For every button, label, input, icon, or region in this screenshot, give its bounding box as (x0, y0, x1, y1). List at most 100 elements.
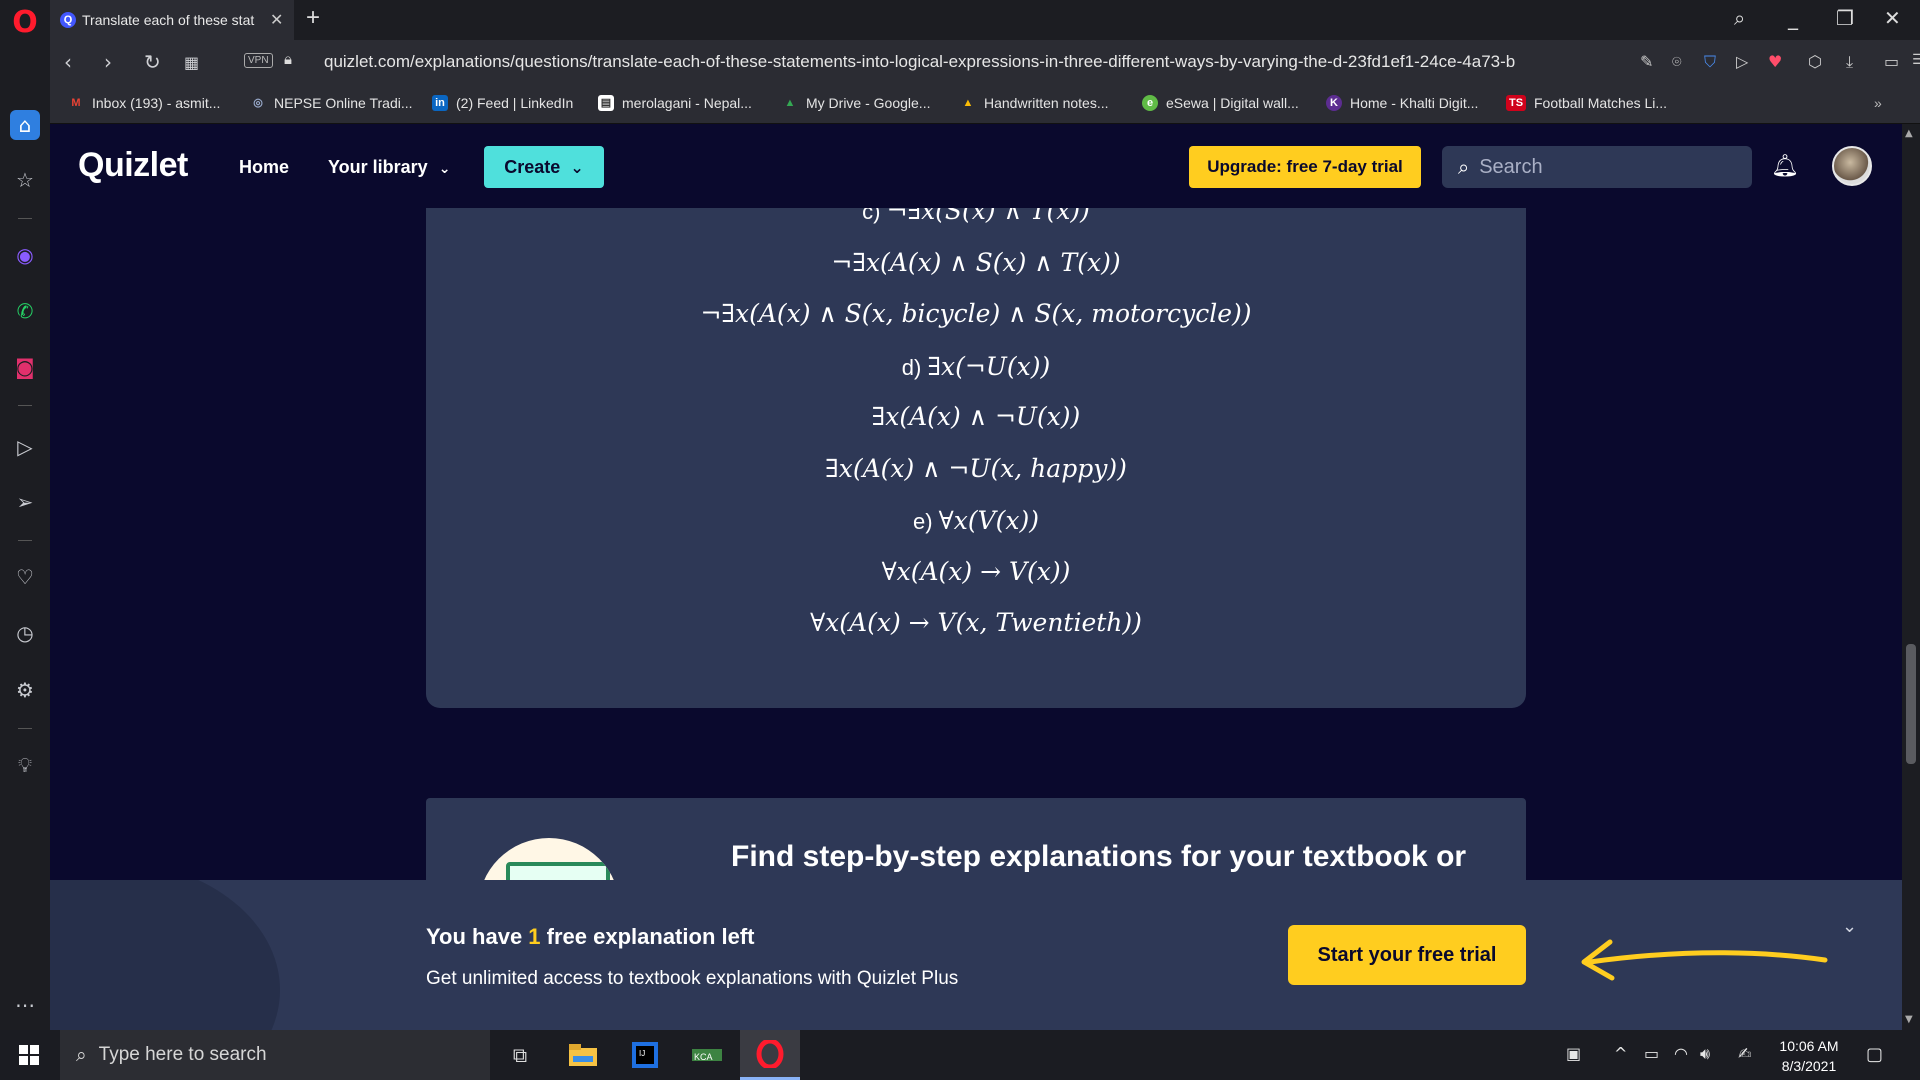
edit-icon[interactable]: ✎ (1640, 52, 1653, 71)
home-icon[interactable]: ⌂ (10, 110, 40, 140)
math-line: ¬∃x(A(x) ∧ S(x) ∧ T(x)) (426, 248, 1526, 277)
nav-your-library[interactable]: Your library ⌄ (328, 157, 450, 178)
bookmark-label: NEPSE Online Tradi... (274, 95, 413, 111)
tab-active[interactable]: Q Translate each of these stat ✕ (50, 0, 294, 40)
nav-home[interactable]: Home (239, 157, 289, 178)
more-icon[interactable]: ⋯ (10, 990, 40, 1020)
whatsapp-icon[interactable]: ✆ (10, 296, 40, 326)
scroll-up-icon[interactable]: ▲ (1905, 128, 1913, 139)
windows-start-icon[interactable] (0, 1030, 58, 1080)
search-tabs-icon[interactable]: ⌕ (1734, 6, 1745, 30)
scroll-down-icon[interactable]: ▼ (1905, 1014, 1913, 1025)
new-tab-icon[interactable]: + (306, 4, 320, 32)
taskbar-clock[interactable]: 10:06 AM 8/3/2021 (1764, 1036, 1854, 1076)
lightbulb-icon[interactable]: 💡︎ (10, 750, 40, 780)
bookmarks-star-icon[interactable]: ☆ (10, 165, 40, 195)
math-line: ∀x(A(x) → V(x)) (426, 557, 1526, 586)
send-icon[interactable]: ➢ (10, 487, 40, 517)
explanation-count: 1 (528, 924, 541, 949)
easy-setup-icon[interactable]: ☰ (1912, 52, 1920, 68)
math-line: ∀x(A(x) → V(x, Twentieth)) (426, 608, 1526, 637)
avatar[interactable] (1832, 146, 1872, 186)
part-label: c) (862, 208, 887, 224)
battery-icon[interactable]: ▭ (1884, 52, 1899, 71)
math-expression: ∃x(¬U(x)) (927, 352, 1051, 381)
bookmark-item[interactable]: ▤ merolagani - Nepal... (598, 95, 752, 111)
bookmarks-bar: M Inbox (193) - asmit... ◎ NEPSE Online … (50, 86, 1920, 124)
task-view-icon[interactable]: ⧉ (490, 1030, 550, 1080)
taskbar-search-input[interactable]: ⌕ Type here to search (60, 1030, 490, 1080)
part-label: d) (901, 355, 928, 380)
opera-logo-icon[interactable]: O (10, 8, 40, 38)
app-icon[interactable]: KCA (677, 1030, 737, 1080)
windows-taskbar: ⌕ Type here to search ⧉ IJ KCA ▣ ^ ▭ ◠ 🔊… (0, 1030, 1920, 1080)
back-icon[interactable]: ‹ (64, 50, 72, 74)
page-icon: ▤ (598, 95, 614, 111)
page-scrollbar[interactable]: ▲ ▼ (1902, 124, 1920, 1030)
svg-text:KCA: KCA (694, 1052, 713, 1062)
minimize-icon[interactable]: _ (1788, 6, 1798, 30)
math-line: e) ∀x(V(x)) (426, 506, 1526, 535)
math-expression: ∀x(A(x) → V(x)) (881, 557, 1071, 586)
math-line: d) ∃x(¬U(x)) (426, 352, 1526, 381)
chevron-down-icon: ⌄ (570, 157, 584, 177)
bookmark-item[interactable]: K Home - Khalti Digit... (1326, 95, 1478, 111)
bookmark-label: Inbox (193) - asmit... (92, 95, 221, 111)
heart-icon[interactable]: ♥ (1768, 52, 1782, 71)
explanation-card: c) ¬∃x(S(x) ∧ T(x)) ¬∃x(A(x) ∧ S(x) ∧ T(… (426, 208, 1526, 708)
lock-icon[interactable]: 🔒︎ (284, 51, 292, 68)
bookmark-item[interactable]: ◎ NEPSE Online Tradi... (250, 95, 413, 111)
chevron-down-icon[interactable]: ⌄ (1842, 916, 1857, 937)
player-icon[interactable]: ▷ (10, 432, 40, 462)
opera-taskbar-icon[interactable] (740, 1030, 800, 1080)
bookmark-item[interactable]: in (2) Feed | LinkedIn (432, 95, 573, 111)
bookmark-item[interactable]: M Inbox (193) - asmit... (68, 95, 220, 111)
volume-icon[interactable]: 🔊︎ (1700, 1044, 1710, 1064)
upgrade-button[interactable]: Upgrade: free 7-day trial (1189, 146, 1421, 188)
bookmark-item[interactable]: ▲ My Drive - Google... (782, 95, 931, 111)
input-indicator-icon[interactable]: ▣ (1566, 1044, 1581, 1063)
start-free-trial-button[interactable]: Start your free trial (1288, 925, 1526, 985)
messenger-icon[interactable]: ◉ (10, 240, 40, 270)
math-line: ∃x(A(x) ∧ ¬U(x)) (426, 402, 1526, 431)
create-button[interactable]: Create ⌄ (484, 146, 604, 188)
bookmark-item[interactable]: e eSewa | Digital wall... (1142, 95, 1299, 111)
search-icon: ⌕ (1458, 155, 1470, 179)
bookmark-item[interactable]: TS Football Matches Li... (1506, 95, 1667, 111)
bookmark-item[interactable]: ▲ Handwritten notes... (960, 95, 1109, 111)
show-hidden-icons-icon[interactable]: ^ (1614, 1044, 1627, 1063)
close-window-icon[interactable]: ✕ (1884, 6, 1901, 30)
url-field[interactable]: quizlet.com/explanations/questions/trans… (324, 52, 1614, 72)
extensions-cube-icon[interactable]: ⬡ (1808, 52, 1822, 71)
search-placeholder: Search (1479, 155, 1543, 178)
bookmark-label: My Drive - Google... (806, 95, 931, 111)
file-explorer-icon[interactable] (553, 1030, 613, 1080)
forward-icon[interactable]: › (104, 50, 112, 74)
bookmarks-overflow-icon[interactable]: » (1874, 95, 1882, 111)
vpn-badge[interactable]: VPN (244, 53, 273, 68)
notifications-bell-icon[interactable]: 🔔︎ (1771, 154, 1799, 179)
send-to-icon[interactable]: ▷ (1736, 52, 1748, 71)
heart-icon[interactable]: ♡ (10, 562, 40, 592)
instagram-icon[interactable]: ◙ (10, 352, 40, 382)
settings-gear-icon[interactable]: ⚙ (10, 675, 40, 705)
intellij-icon[interactable]: IJ (615, 1030, 675, 1080)
tab-close-icon[interactable]: ✕ (270, 10, 283, 30)
quizlet-logo[interactable]: Quizlet (78, 146, 188, 185)
snapshot-camera-icon[interactable]: ⌾ (1672, 52, 1682, 72)
download-icon[interactable]: ⤓ (1846, 52, 1853, 72)
history-icon[interactable]: ◷ (10, 618, 40, 648)
scrollbar-thumb[interactable] (1906, 644, 1916, 764)
battery-icon[interactable]: ▭ (1644, 1044, 1659, 1063)
search-input[interactable]: ⌕ Search (1442, 146, 1752, 188)
shield-icon[interactable]: ⛉ (1704, 52, 1716, 72)
tabs-grid-icon[interactable]: ▦ (184, 53, 199, 72)
notifications-icon[interactable]: ▢ (1866, 1044, 1883, 1065)
banner-subtitle: Get unlimited access to textbook explana… (426, 968, 959, 989)
wifi-icon[interactable]: ◠ (1674, 1044, 1688, 1063)
banner-title: You have 1 free explanation left (426, 924, 755, 949)
pen-icon[interactable]: ✍ (1738, 1044, 1751, 1063)
math-expression: ∃x(A(x) ∧ ¬U(x, happy)) (825, 454, 1127, 483)
reload-icon[interactable]: ↻ (144, 50, 161, 74)
restore-icon[interactable]: ❐ (1836, 6, 1854, 30)
